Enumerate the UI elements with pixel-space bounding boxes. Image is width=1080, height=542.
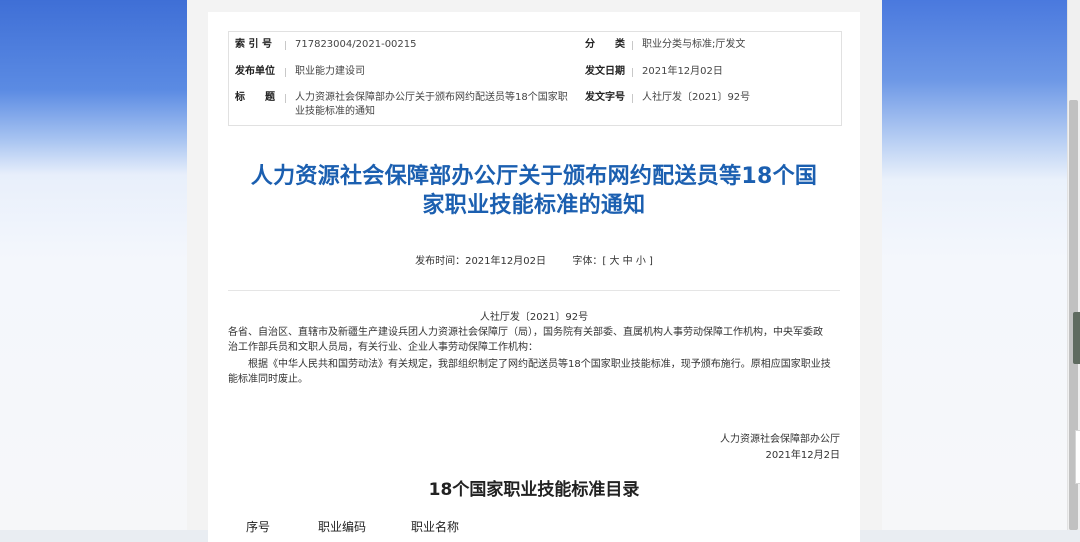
meta-category-value: 职业分类与标准;厅发文 (642, 39, 746, 50)
meta-index-value: 717823004/2021-00215 (295, 39, 417, 50)
font-size-control: 字体：[ 大 中 小 ] (572, 256, 653, 267)
meta-docno-value: 人社厅发〔2021〕92号 (642, 92, 751, 103)
meta-title-label: 标 题 (235, 92, 275, 103)
salutation-line1: 各省、自治区、直辖市及新疆生产建设兵团人力资源社会保障厅（局），国务院有关部委、… (228, 327, 823, 338)
meta-separator (285, 94, 286, 103)
meta-date-label: 发文日期 (585, 66, 625, 77)
column-header-code: 职业编码 (318, 520, 367, 534)
publish-date: 发布时间：2021年12月02日 (415, 256, 546, 267)
document-number: 人社厅发〔2021〕92号 (479, 312, 589, 323)
background-right-panel (882, 0, 1080, 530)
meta-title-value: 人力资源社会保障部办公厅关于颁布网约配送员等18个国家职 业技能标准的通知 (295, 91, 579, 119)
meta-category-label: 分 类 (585, 39, 625, 50)
catalog-title: 18个国家职业技能标准目录 (428, 480, 640, 500)
meta-index-label: 索 引 号 (235, 39, 272, 50)
body-paragraph-line2: 能标准同时废止。 (228, 374, 308, 385)
meta-separator (632, 94, 633, 103)
meta-separator (285, 68, 286, 77)
divider (228, 290, 840, 291)
salutation: 各省、自治区、直辖市及新疆生产建设兵团人力资源社会保障厅（局），国务院有关部委、… (228, 325, 840, 355)
body-paragraph-line1: 根据《中华人民共和国劳动法》有关规定，我部组织制定了网约配送员等18个国家职业技… (228, 359, 831, 370)
column-header-name: 职业名称 (411, 520, 460, 534)
document-title-line1: 人力资源社会保障部办公厅关于颁布网约配送员等18个国 (250, 164, 818, 189)
side-floating-panel[interactable] (1075, 430, 1080, 484)
meta-issuer-value: 职业能力建设司 (295, 66, 365, 77)
meta-issuer-label: 发布单位 (235, 66, 275, 77)
font-size-close: ] (649, 256, 653, 267)
font-large-button[interactable]: 大 (609, 256, 619, 267)
column-header-index: 序号 (246, 520, 271, 534)
font-small-button[interactable]: 小 (636, 256, 646, 267)
signature: 人力资源社会保障部办公厅 (720, 434, 840, 445)
meta-title-value-line2: 业技能标准的通知 (295, 106, 375, 117)
meta-title-value-line1: 人力资源社会保障部办公厅关于颁布网约配送员等18个国家职 (295, 92, 568, 103)
meta-separator (632, 41, 633, 50)
meta-separator (285, 41, 286, 50)
meta-docno-label: 发文字号 (585, 92, 625, 103)
background-left-panel (0, 0, 187, 530)
document-title-line2: 家职业技能标准的通知 (422, 193, 646, 218)
side-floating-tab[interactable] (1073, 312, 1080, 364)
body-paragraph: 根据《中华人民共和国劳动法》有关规定，我部组织制定了网约配送员等18个国家职业技… (228, 357, 840, 387)
meta-separator (632, 68, 633, 77)
document-title: 人力资源社会保障部办公厅关于颁布网约配送员等18个国 家职业技能标准的通知 (228, 162, 840, 220)
document-meta-table: 索 引 号 717823004/2021-00215 分 类 职业分类与标准;厅… (228, 31, 842, 126)
sign-date: 2021年12月2日 (765, 450, 840, 461)
publish-info: 发布时间：2021年12月02日 字体：[ 大 中 小 ] (228, 255, 840, 269)
font-medium-button[interactable]: 中 (623, 256, 633, 267)
salutation-line2: 治工作部兵员和文职人员局，有关行业、企业人事劳动保障工作机构： (228, 342, 538, 353)
meta-date-value: 2021年12月02日 (642, 66, 723, 77)
font-size-label: 字体：[ (572, 256, 607, 267)
